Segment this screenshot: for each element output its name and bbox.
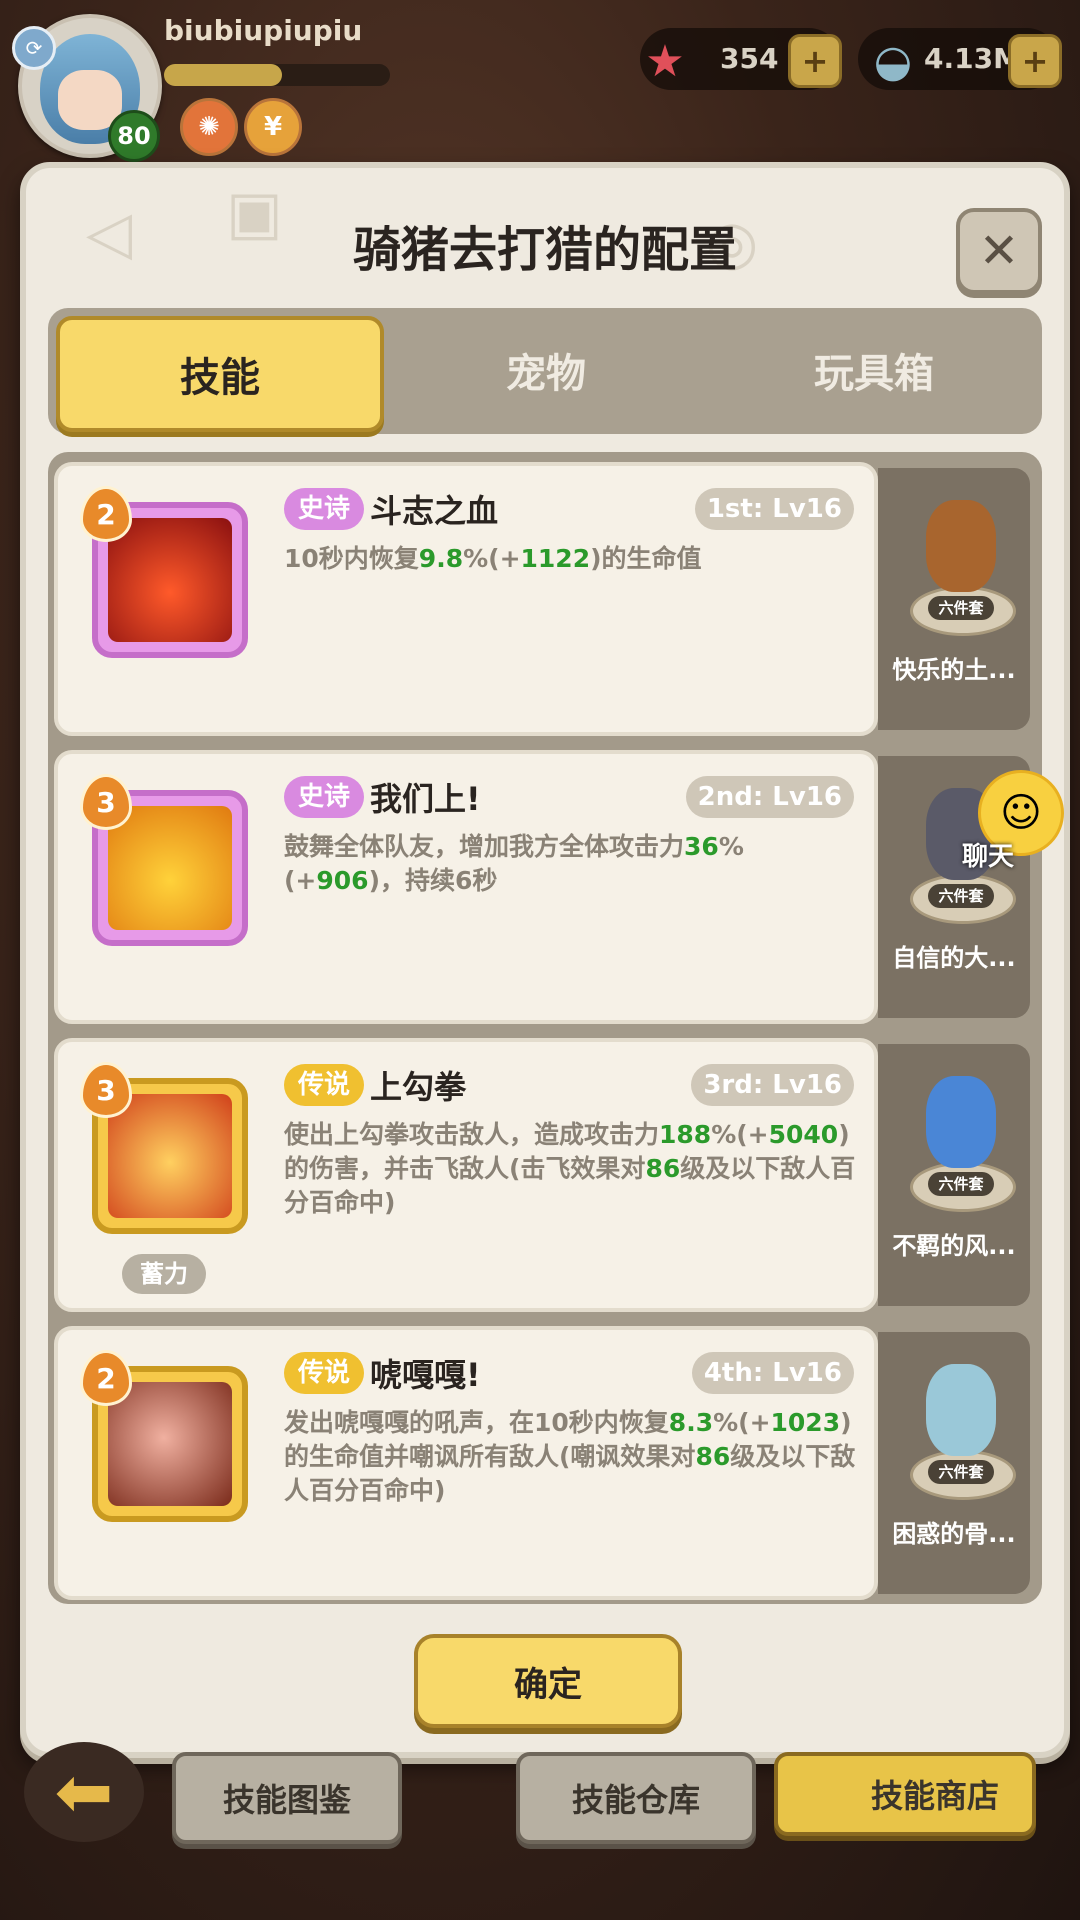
chat-label: 聊天 bbox=[962, 842, 1015, 872]
skill-slot-level: 1st: Lv16 bbox=[694, 488, 854, 530]
fire-buff-icon[interactable]: ✺ bbox=[180, 98, 238, 156]
pet-set-label: 六件套 bbox=[928, 1460, 994, 1484]
tab-pets[interactable]: 宠物 bbox=[386, 316, 706, 424]
shell-currency: ◒ 4.13M + bbox=[858, 28, 1062, 90]
starfish-icon: ★ bbox=[645, 35, 685, 87]
skill-description: 使出上勾拳攻击敌人，造成攻击力188%(+5040)的伤害，并击飞敌人(击飞效果… bbox=[284, 1120, 856, 1217]
rarity-badge: 传说 bbox=[284, 1064, 365, 1106]
rarity-badge: 传说 bbox=[284, 1352, 365, 1394]
skill-description: 鼓舞全体队友，增加我方全体攻击力36%(+906)，持续6秒 bbox=[284, 832, 744, 895]
shell-icon: ◒ bbox=[873, 35, 913, 87]
skill-slot-level: 4th: Lv16 bbox=[691, 1352, 854, 1394]
tab-skills[interactable]: 技能 bbox=[56, 316, 384, 432]
skill-config-modal: ◁ ▣ ◎ 骑猪去打猎的配置 ✕ 技能 宠物 玩具箱 2 史诗 斗志之血 1st… bbox=[20, 162, 1070, 1758]
skill-card[interactable]: 3 蓄力 传说 上勾拳 3rd: Lv16 使出上勾拳攻击敌人，造成攻击力188… bbox=[54, 1038, 878, 1312]
confirm-button[interactable]: 确定 bbox=[414, 1634, 682, 1728]
player-level-badge: 80 bbox=[108, 110, 160, 162]
pet-name: 快乐的土... bbox=[892, 656, 1016, 684]
player-username: biubiupiupiu bbox=[164, 14, 363, 47]
back-arrow-icon: ⬅ bbox=[54, 1751, 114, 1833]
pet-set-label: 六件套 bbox=[928, 884, 994, 908]
pet-figure: 六件套 bbox=[898, 1342, 1016, 1502]
tab-bar: 技能 宠物 玩具箱 bbox=[48, 308, 1042, 434]
chat-button[interactable]: ☺ 聊天 bbox=[962, 770, 1070, 872]
xp-bar bbox=[164, 64, 390, 86]
skill-slot-level: 2nd: Lv16 bbox=[685, 776, 854, 818]
pet-name: 自信的大... bbox=[892, 944, 1016, 972]
skill-description: 10秒内恢复9.8%(+1122)的生命值 bbox=[284, 544, 702, 573]
skill-shop-button[interactable]: 技能商店 bbox=[774, 1752, 1036, 1836]
skill-name: 斗志之血 bbox=[370, 492, 499, 530]
shell-value: 4.13M bbox=[924, 42, 1021, 75]
skill-card[interactable]: 2 史诗 斗志之血 1st: Lv16 10秒内恢复9.8%(+1122)的生命… bbox=[54, 462, 878, 736]
pet-slot[interactable]: 六件套 困惑的骨... bbox=[878, 1332, 1030, 1594]
skill-list: 2 史诗 斗志之血 1st: Lv16 10秒内恢复9.8%(+1122)的生命… bbox=[48, 452, 1042, 1604]
pet-slot[interactable]: 六件套 不羁的风... bbox=[878, 1044, 1030, 1306]
add-starfish-button[interactable]: + bbox=[788, 34, 842, 88]
pet-name: 困惑的骨... bbox=[892, 1520, 1016, 1548]
skill-row[interactable]: 3 史诗 我们上! 2nd: Lv16 鼓舞全体队友，增加我方全体攻击力36%(… bbox=[54, 750, 1036, 1024]
pet-slot[interactable]: 六件套 快乐的土... bbox=[878, 468, 1030, 730]
rarity-badge: 史诗 bbox=[284, 488, 365, 530]
skill-card[interactable]: 3 史诗 我们上! 2nd: Lv16 鼓舞全体队友，增加我方全体攻击力36%(… bbox=[54, 750, 878, 1024]
skill-codex-button[interactable]: 技能图鉴 bbox=[172, 1752, 402, 1844]
tab-toybox[interactable]: 玩具箱 bbox=[714, 316, 1034, 424]
back-button[interactable]: ⬅ bbox=[24, 1742, 144, 1842]
pet-figure: 六件套 bbox=[898, 478, 1016, 638]
skill-level-badge: 2 bbox=[80, 1350, 132, 1406]
skill-name: 唬嘎嘎! bbox=[370, 1356, 481, 1394]
skill-level-badge: 3 bbox=[80, 1062, 132, 1118]
pet-set-label: 六件套 bbox=[928, 596, 994, 620]
skill-slot-level: 3rd: Lv16 bbox=[691, 1064, 854, 1106]
starfish-value: 354 bbox=[720, 42, 779, 75]
skill-row[interactable]: 2 传说 唬嘎嘎! 4th: Lv16 发出唬嘎嘎的吼声，在10秒内恢复8.3%… bbox=[54, 1326, 1036, 1600]
xp-fill bbox=[164, 64, 282, 86]
coin-buff-icon[interactable]: ¥ bbox=[244, 98, 302, 156]
skill-level-badge: 2 bbox=[80, 486, 132, 542]
skill-description: 发出唬嘎嘎的吼声，在10秒内恢复8.3%(+1023)的生命值并嘲讽所有敌人(嘲… bbox=[284, 1408, 856, 1505]
skill-name: 我们上! bbox=[370, 780, 481, 818]
modal-title: 骑猪去打猎的配置 bbox=[352, 222, 737, 278]
starfish-currency: ★ 354 + bbox=[640, 28, 842, 90]
pet-set-label: 六件套 bbox=[928, 1172, 994, 1196]
settings-swirl-icon[interactable]: ⟳ bbox=[12, 26, 56, 70]
skill-row[interactable]: 3 蓄力 传说 上勾拳 3rd: Lv16 使出上勾拳攻击敌人，造成攻击力188… bbox=[54, 1038, 1036, 1312]
charge-tag: 蓄力 bbox=[122, 1254, 206, 1294]
skill-level-badge: 3 bbox=[80, 774, 132, 830]
skill-name: 上勾拳 bbox=[370, 1068, 467, 1106]
close-icon: ✕ bbox=[978, 223, 1020, 279]
skill-storage-button[interactable]: 技能仓库 bbox=[516, 1752, 756, 1844]
pet-name: 不羁的风... bbox=[892, 1232, 1016, 1260]
skill-row[interactable]: 2 史诗 斗志之血 1st: Lv16 10秒内恢复9.8%(+1122)的生命… bbox=[54, 462, 1036, 736]
skill-card[interactable]: 2 传说 唬嘎嘎! 4th: Lv16 发出唬嘎嘎的吼声，在10秒内恢复8.3%… bbox=[54, 1326, 878, 1600]
close-button[interactable]: ✕ bbox=[956, 208, 1042, 294]
pet-figure: 六件套 bbox=[898, 1054, 1016, 1214]
rarity-badge: 史诗 bbox=[284, 776, 365, 818]
add-shell-button[interactable]: + bbox=[1008, 34, 1062, 88]
